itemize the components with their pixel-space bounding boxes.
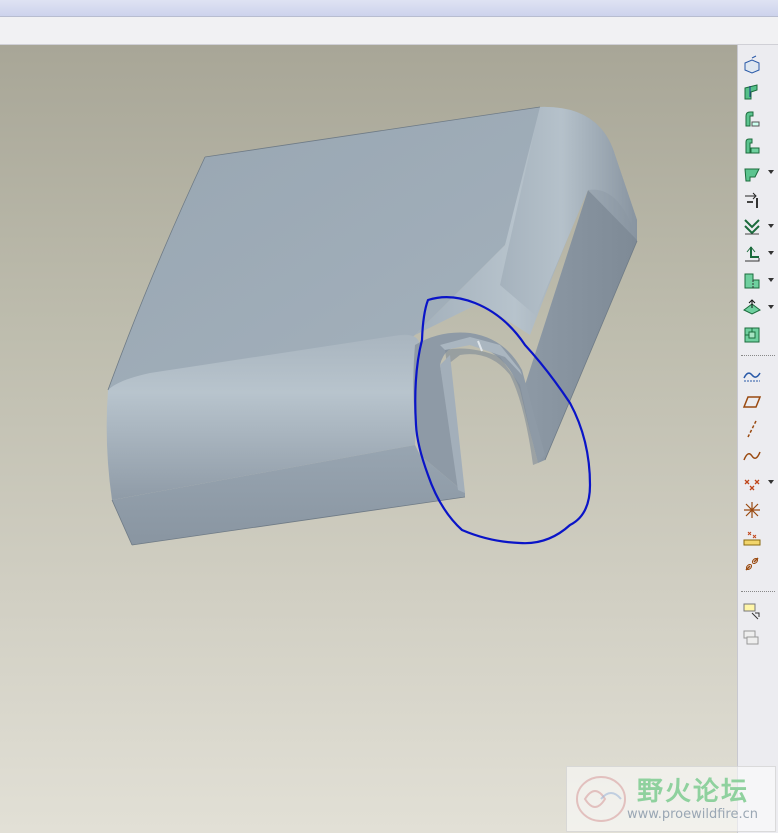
chain-icon[interactable] bbox=[740, 552, 764, 576]
dropdown-arrow-icon[interactable] bbox=[768, 278, 774, 282]
unbend-icon[interactable] bbox=[740, 188, 764, 212]
sketch-icon[interactable] bbox=[740, 363, 764, 387]
datum-curve-icon[interactable] bbox=[740, 444, 764, 468]
model-canvas bbox=[106, 106, 638, 546]
annotation-disabled-icon[interactable] bbox=[740, 626, 764, 650]
rip-icon[interactable] bbox=[740, 269, 774, 293]
datum-plane-tool-icon[interactable] bbox=[740, 390, 764, 414]
bend-icon[interactable] bbox=[740, 242, 774, 266]
forum-watermark: 野火论坛 www.proewildfire.cn bbox=[566, 766, 776, 832]
toolbar-separator bbox=[741, 355, 775, 356]
dropdown-arrow-icon[interactable] bbox=[768, 170, 774, 174]
dropdown-arrow-icon[interactable] bbox=[768, 305, 774, 309]
extend-wall-icon[interactable] bbox=[740, 161, 774, 185]
analysis-icon[interactable] bbox=[740, 525, 764, 549]
toolbar-separator bbox=[741, 591, 775, 592]
bend-back-icon[interactable] bbox=[740, 215, 774, 239]
coordinate-system-icon[interactable] bbox=[740, 498, 764, 522]
form-icon[interactable] bbox=[740, 323, 764, 347]
window-title-bar bbox=[0, 0, 778, 17]
datum-axis-icon[interactable] bbox=[740, 80, 764, 104]
corner-relief-icon[interactable] bbox=[740, 296, 774, 320]
top-toolbar-strip bbox=[0, 17, 778, 45]
right-feature-toolbar bbox=[737, 45, 778, 833]
dropdown-arrow-icon[interactable] bbox=[768, 251, 774, 255]
flat-wall-icon[interactable] bbox=[740, 134, 764, 158]
watermark-url: www.proewildfire.cn bbox=[627, 807, 758, 822]
dropdown-arrow-icon[interactable] bbox=[768, 224, 774, 228]
datum-axis-tool-icon[interactable] bbox=[740, 417, 764, 441]
dropdown-arrow-icon[interactable] bbox=[768, 480, 774, 484]
datum-point-icon[interactable] bbox=[740, 471, 774, 495]
graphics-viewport[interactable] bbox=[0, 45, 737, 833]
datum-plane-icon[interactable] bbox=[740, 53, 764, 77]
watermark-title: 野火论坛 bbox=[637, 777, 750, 807]
forum-logo-icon bbox=[576, 776, 626, 822]
flange-wall-icon[interactable] bbox=[740, 107, 764, 131]
annotation-icon[interactable] bbox=[740, 599, 764, 623]
